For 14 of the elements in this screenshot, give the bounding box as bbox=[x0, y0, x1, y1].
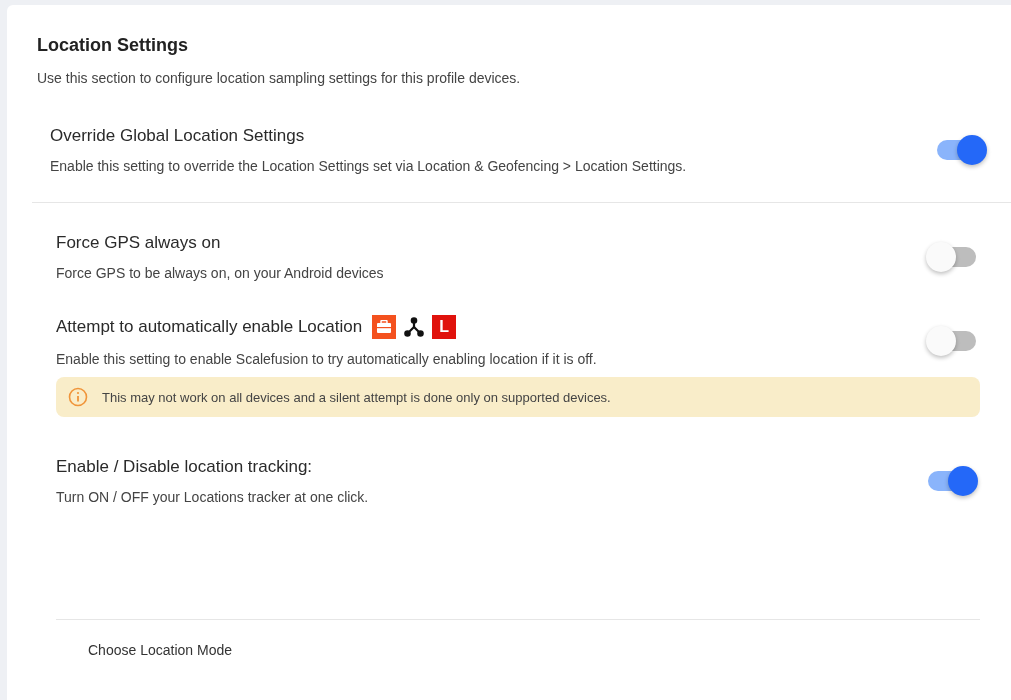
setting-description: Force GPS to be always on, on your Android devices bbox=[56, 265, 384, 281]
setting-title: Override Global Location Settings bbox=[50, 126, 306, 146]
info-icon bbox=[68, 387, 88, 407]
section-description: Use this section to configure location sampling settings for this profile devices. bbox=[37, 70, 522, 86]
setting-title: Attempt to automatically enable Location bbox=[56, 317, 363, 337]
letter-badge: L bbox=[432, 315, 457, 339]
section-title: Location Settings bbox=[37, 35, 189, 56]
notice-text: This may not work on all devices and a silent attempt is done only on supported devices. bbox=[102, 389, 611, 405]
setting-description: Enable this setting to override the Location Settings set via Location & Geofencing > Location Settings. bbox=[50, 158, 687, 174]
setting-description: Enable this setting to enable Scalefusion to try automatically enabling location if it is off. bbox=[56, 351, 597, 367]
location-mode-label: Choose Location Mode bbox=[87, 641, 233, 658]
setting-title: Enable / Disable location tracking: bbox=[56, 457, 313, 477]
setting-description: Turn ON / OFF your Locations tracker at one click. bbox=[56, 489, 369, 505]
setting-title: Force GPS always on bbox=[56, 233, 221, 253]
